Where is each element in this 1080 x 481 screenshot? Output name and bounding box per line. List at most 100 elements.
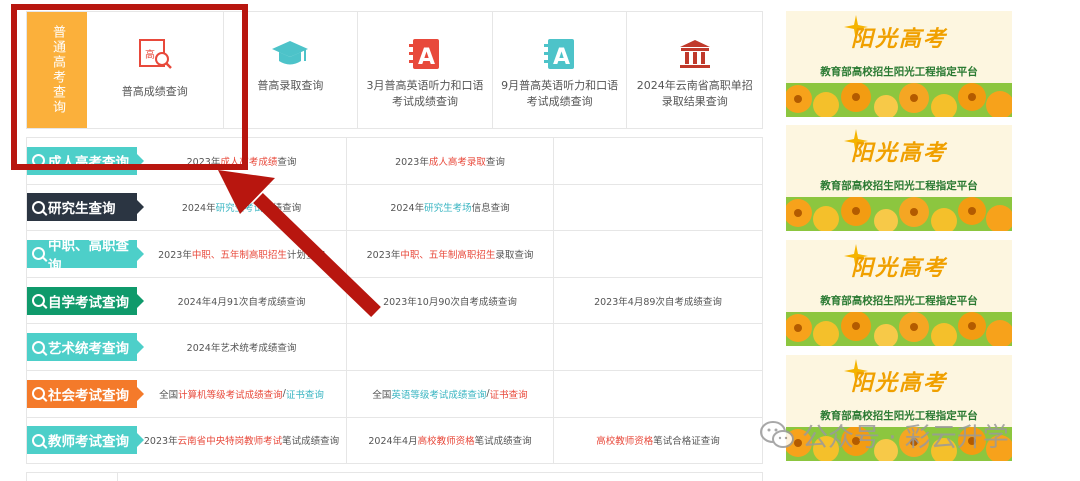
link-text-part: 云南省中央特岗教师考试	[177, 436, 283, 448]
query-link-cell[interactable]: 全国 英语等级考试成绩查询 / 证书查询	[347, 370, 554, 417]
card-label: 2024年云南省高职单招录取结果查询	[636, 79, 753, 108]
query-link-cell	[554, 371, 762, 417]
link-text-part: 研究生考场	[424, 203, 472, 215]
link-text-part: 笔试合格证查询	[653, 436, 720, 448]
link-text-part: 中职、五年制高职招生	[400, 249, 496, 261]
search-icon	[32, 433, 45, 447]
link-text-part: 2024年艺术统考成绩查询	[186, 343, 297, 355]
category-label[interactable]: 研究生查询	[27, 193, 144, 222]
link-text-part: 证书查询	[285, 389, 324, 401]
query-link-cell	[347, 324, 554, 370]
search-icon	[32, 247, 45, 261]
link-text-part: 2024年	[390, 203, 425, 215]
table-bottom-edge	[26, 472, 763, 481]
query-link-cell[interactable]: 2023年 成人高考录取 查询	[347, 138, 554, 184]
svg-text:A: A	[418, 45, 435, 70]
banner-title: 阳光高考	[850, 370, 947, 396]
query-link-cell[interactable]: 2023年 中职、五年制高职招生 录取查询	[347, 231, 554, 277]
query-link-cell[interactable]: 2023年 云南省中央特岗教师考试 笔试成绩查询	[137, 417, 347, 464]
table-row: 艺术统考查询 2024年艺术统考成绩查询	[27, 324, 762, 371]
query-link-cell	[554, 231, 762, 277]
sunshine-gaokao-banner[interactable]: 阳光高考教育部高校招生阳光工程指定平台	[786, 240, 1012, 346]
banner-subtitle: 教育部高校招生阳光工程指定平台	[820, 295, 978, 307]
link-text-part: 研究生考试	[215, 203, 264, 215]
link-text-part: 2023年10月90次自考成绩查询	[383, 296, 517, 308]
link-text-part: 高校教师资格	[596, 436, 654, 448]
card-march-english-query[interactable]: A 3月普高英语听力和口语考试成绩查询	[358, 12, 493, 128]
link-text-part: 2024年4月	[368, 436, 418, 448]
link-text-part: 计算机等级考试成绩查询	[178, 389, 283, 401]
link-text-part: 全国	[159, 389, 179, 401]
sunshine-gaokao-banner[interactable]: 阳光高考教育部高校招生阳光工程指定平台	[786, 125, 1012, 231]
query-link-cell[interactable]: 高校教师资格 笔试合格证查询	[554, 418, 762, 464]
query-link-cell[interactable]: 2024年4月91次自考成绩查询	[137, 277, 347, 324]
link-text-part: 查询	[485, 156, 505, 168]
query-link-cell	[554, 185, 762, 231]
query-link-cell[interactable]: 2023年10月90次自考成绩查询	[347, 277, 554, 324]
link-text-part: 2023年	[143, 436, 178, 448]
query-link-cell	[554, 138, 762, 184]
flower-decoration	[786, 83, 1012, 117]
category-text: 中职、高职查询	[48, 237, 129, 274]
search-icon	[32, 294, 45, 308]
card-label: 普高录取查询	[257, 79, 324, 92]
table-row: 研究生查询 2024年 研究生考试 成绩查询 2024年 研究生考场 信息查询	[27, 184, 762, 232]
link-text-part: 成绩查询	[263, 203, 302, 215]
watermark-text: 公众号 · 彩云升学	[802, 422, 1009, 453]
english-a-icon: A	[540, 34, 580, 74]
flower-decoration	[786, 197, 1012, 231]
link-text-part: 英语等级考试成绩查询	[391, 389, 487, 401]
link-text-part: 计划查询	[286, 249, 325, 261]
svg-text:A: A	[553, 45, 570, 70]
search-icon	[32, 340, 45, 354]
graduation-cap-icon	[270, 34, 310, 74]
query-link-cell[interactable]: 2024年 研究生考场 信息查询	[347, 184, 554, 231]
link-text-part: 2023年	[366, 249, 401, 261]
table-row: 中职、高职查询 2023年 中职、五年制高职招生 计划查询 2023年 中职、五年制高职招…	[27, 231, 762, 278]
category-query-table: 成人高考查询 2023年 成人高考成绩 查询 2023年 成人高考录取 查询 研究生查询 202…	[26, 137, 763, 465]
category-label[interactable]: 自学考试查询	[27, 286, 144, 315]
sunshine-gaokao-banner[interactable]: 阳光高考教育部高校招生阳光工程指定平台	[786, 11, 1012, 117]
link-text-part: 笔试成绩查询	[474, 436, 532, 448]
banner-title: 阳光高考	[850, 26, 947, 52]
link-text-part: 录取查询	[495, 249, 534, 261]
link-text-part: 成人高考录取	[428, 156, 486, 168]
query-link-cell[interactable]: 2024年4月 高校教师资格 笔试成绩查询	[347, 417, 554, 464]
category-label[interactable]: 艺术统考查询	[27, 333, 144, 362]
link-text-part: 高校教师资格	[417, 436, 475, 448]
link-text-part: 笔试成绩查询	[282, 436, 340, 448]
link-text-part: 2023年	[395, 156, 429, 168]
flower-decoration	[786, 312, 1012, 346]
query-link-cell[interactable]: 全国 计算机等级考试成绩查询 / 证书查询	[137, 370, 347, 417]
link-text-part: 查询	[277, 156, 297, 168]
link-text-part: 2024年	[181, 203, 216, 215]
link-text-part: 2024年4月91次自考成绩查询	[177, 296, 306, 308]
link-text-part: 证书查询	[489, 389, 528, 401]
banner-subtitle: 教育部高校招生阳光工程指定平台	[820, 66, 978, 78]
category-text: 自学考试查询	[48, 294, 129, 311]
query-link-cell[interactable]: 2024年 研究生考试 成绩查询	[137, 184, 347, 231]
search-icon	[32, 200, 45, 214]
english-a-icon: A	[405, 34, 445, 74]
watermark: 公众号 · 彩云升学	[760, 415, 1060, 455]
card-label: 9月普高英语听力和口语考试成绩查询	[501, 79, 619, 108]
search-icon	[32, 387, 45, 401]
link-text-part: 2023年	[158, 249, 192, 261]
banner-title: 阳光高考	[850, 255, 947, 281]
card-label: 3月普高英语听力和口语考试成绩查询	[366, 79, 484, 108]
query-link-cell[interactable]: 2023年4月89次自考成绩查询	[554, 278, 762, 324]
category-label[interactable]: 中职、高职查询	[27, 238, 144, 274]
banner-title: 阳光高考	[850, 140, 947, 166]
banner-subtitle: 教育部高校招生阳光工程指定平台	[820, 180, 978, 192]
category-label[interactable]: 社会考试查询	[27, 379, 144, 408]
wechat-icon	[760, 421, 794, 448]
query-link-cell[interactable]: 2024年艺术统考成绩查询	[137, 324, 347, 370]
link-text-part: 2023年4月89次自考成绩查询	[594, 296, 722, 308]
query-link-cell[interactable]: 2023年 中职、五年制高职招生 计划查询	[137, 231, 347, 277]
table-row: 社会考试查询 全国 计算机等级考试成绩查询 / 证书查询 全国 英语等级考试成绩查询 /…	[27, 370, 762, 418]
table-row: 教师考试查询 2023年 云南省中央特岗教师考试 笔试成绩查询 2024年4月 高校教师资…	[27, 417, 762, 465]
card-vocational-result-query[interactable]: 2024年云南省高职单招录取结果查询	[627, 12, 762, 128]
category-label[interactable]: 教师考试查询	[27, 426, 144, 455]
table-row: 自学考试查询 2024年4月91次自考成绩查询 2023年10月90次自考成绩查询 2…	[27, 277, 762, 325]
card-sept-english-query[interactable]: A 9月普高英语听力和口语考试成绩查询	[493, 12, 628, 128]
